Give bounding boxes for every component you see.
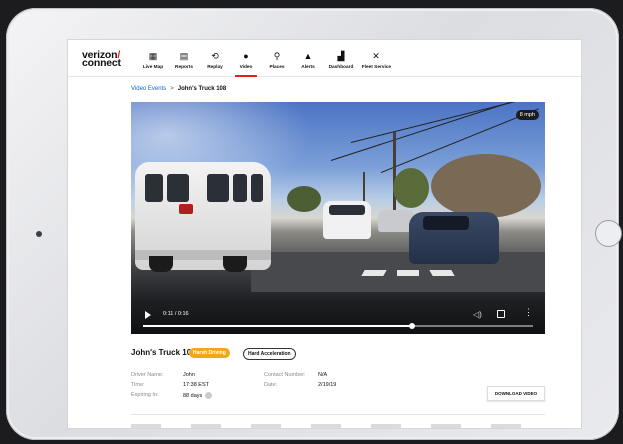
video-icon: ● bbox=[243, 51, 249, 61]
tablet-frame: verizon/ connect ▦ Live Map ▤ Reports ⟲ … bbox=[6, 8, 622, 440]
vehicle-white-suv bbox=[323, 201, 371, 239]
replay-icon: ⟲ bbox=[211, 51, 219, 61]
alerts-icon: ▲ bbox=[303, 51, 313, 61]
fleet-service-icon: ✕ bbox=[372, 51, 380, 61]
nav-video[interactable]: ● Video bbox=[233, 40, 259, 77]
tree bbox=[287, 186, 321, 212]
nav-alerts[interactable]: ▲ Alerts bbox=[295, 40, 321, 77]
nav-dashboard[interactable]: ▟ Dashboard bbox=[326, 40, 356, 77]
seek-handle[interactable] bbox=[409, 322, 416, 329]
time-label: Time: bbox=[131, 382, 145, 388]
utility-pole bbox=[393, 132, 396, 212]
main-nav: ▦ Live Map ▤ Reports ⟲ Replay ● Video ⚲ bbox=[140, 40, 396, 77]
date-label: Date: bbox=[264, 382, 278, 388]
crosswalk-stripe bbox=[397, 270, 419, 276]
video-time: 0:11 / 0:16 bbox=[163, 311, 189, 317]
event-title: John's Truck 108 bbox=[131, 348, 196, 357]
places-icon: ⚲ bbox=[273, 51, 281, 61]
expiring-label: Expiring In: bbox=[131, 392, 159, 398]
dashboard-icon: ▟ bbox=[337, 51, 345, 61]
next-section-preview bbox=[131, 424, 545, 428]
driver-name-value: John bbox=[183, 372, 195, 378]
seek-progress bbox=[143, 325, 413, 327]
more-options-icon[interactable]: ⋮ bbox=[524, 308, 533, 317]
time-value: 17:38 EST bbox=[183, 382, 209, 388]
download-video-button[interactable]: DOWNLOAD VIDEO bbox=[487, 386, 545, 401]
nav-live-map[interactable]: ▦ Live Map bbox=[140, 40, 166, 77]
tree bbox=[431, 154, 541, 218]
expiring-value: 88 days bbox=[183, 392, 213, 399]
contact-number-value: N/A bbox=[318, 372, 328, 378]
breadcrumb-current: John's Truck 108 bbox=[177, 86, 227, 92]
nav-label: Places bbox=[269, 64, 285, 70]
video-controls: 0:11 / 0:16 ◁) ⋮ bbox=[131, 302, 545, 334]
date-value: 2/19/19 bbox=[318, 382, 337, 388]
badge-hard-acceleration: Hard Acceleration bbox=[243, 348, 296, 360]
fullscreen-icon[interactable] bbox=[497, 310, 505, 318]
app-screen: verizon/ connect ▦ Live Map ▤ Reports ⟲ … bbox=[67, 39, 582, 429]
nav-label: Fleet Service bbox=[361, 64, 392, 70]
video-player[interactable]: 8 mph 0:11 / 0:16 ◁) ⋮ bbox=[131, 102, 545, 334]
seek-bar[interactable] bbox=[143, 322, 533, 329]
breadcrumb-separator: > bbox=[170, 86, 174, 92]
reports-icon: ▤ bbox=[179, 51, 189, 61]
volume-icon[interactable]: ◁) bbox=[473, 310, 482, 319]
live-map-icon: ▦ bbox=[148, 51, 158, 61]
info-icon[interactable] bbox=[205, 392, 213, 399]
brand-logo[interactable]: verizon/ connect bbox=[82, 50, 121, 69]
nav-fleet-service[interactable]: ✕ Fleet Service bbox=[361, 40, 391, 77]
driver-name-label: Driver Name: bbox=[131, 372, 164, 378]
play-icon[interactable] bbox=[145, 311, 151, 319]
nav-label: Live Map bbox=[142, 64, 164, 70]
expiring-days: 88 days bbox=[183, 392, 203, 399]
breadcrumb: Video Events > John's Truck 108 bbox=[131, 86, 226, 92]
contact-number-label: Contact Number: bbox=[264, 372, 306, 378]
vehicle-blue-sedan bbox=[409, 212, 499, 264]
crosswalk-stripe bbox=[429, 270, 455, 276]
speed-overlay: 8 mph bbox=[515, 110, 539, 120]
tree bbox=[393, 168, 429, 208]
power-line bbox=[330, 102, 541, 161]
breadcrumb-video-events[interactable]: Video Events bbox=[131, 86, 166, 92]
nav-label: Alerts bbox=[301, 64, 315, 70]
vehicle-white-van bbox=[135, 162, 271, 272]
badge-harsh-driving: Harsh Driving bbox=[189, 348, 230, 358]
section-divider bbox=[131, 414, 545, 415]
home-button[interactable] bbox=[595, 220, 622, 247]
nav-label: Dashboard bbox=[328, 64, 354, 70]
nav-label: Video bbox=[239, 64, 253, 70]
nav-label: Reports bbox=[175, 64, 193, 70]
camera-icon bbox=[36, 231, 42, 237]
nav-reports[interactable]: ▤ Reports bbox=[171, 40, 197, 77]
crosswalk-stripe bbox=[361, 270, 387, 276]
nav-replay[interactable]: ⟲ Replay bbox=[202, 40, 228, 77]
brand-line2: connect bbox=[82, 57, 121, 69]
top-nav-bar: verizon/ connect ▦ Live Map ▤ Reports ⟲ … bbox=[68, 40, 581, 77]
nav-places[interactable]: ⚲ Places bbox=[264, 40, 290, 77]
nav-label: Replay bbox=[207, 64, 223, 70]
